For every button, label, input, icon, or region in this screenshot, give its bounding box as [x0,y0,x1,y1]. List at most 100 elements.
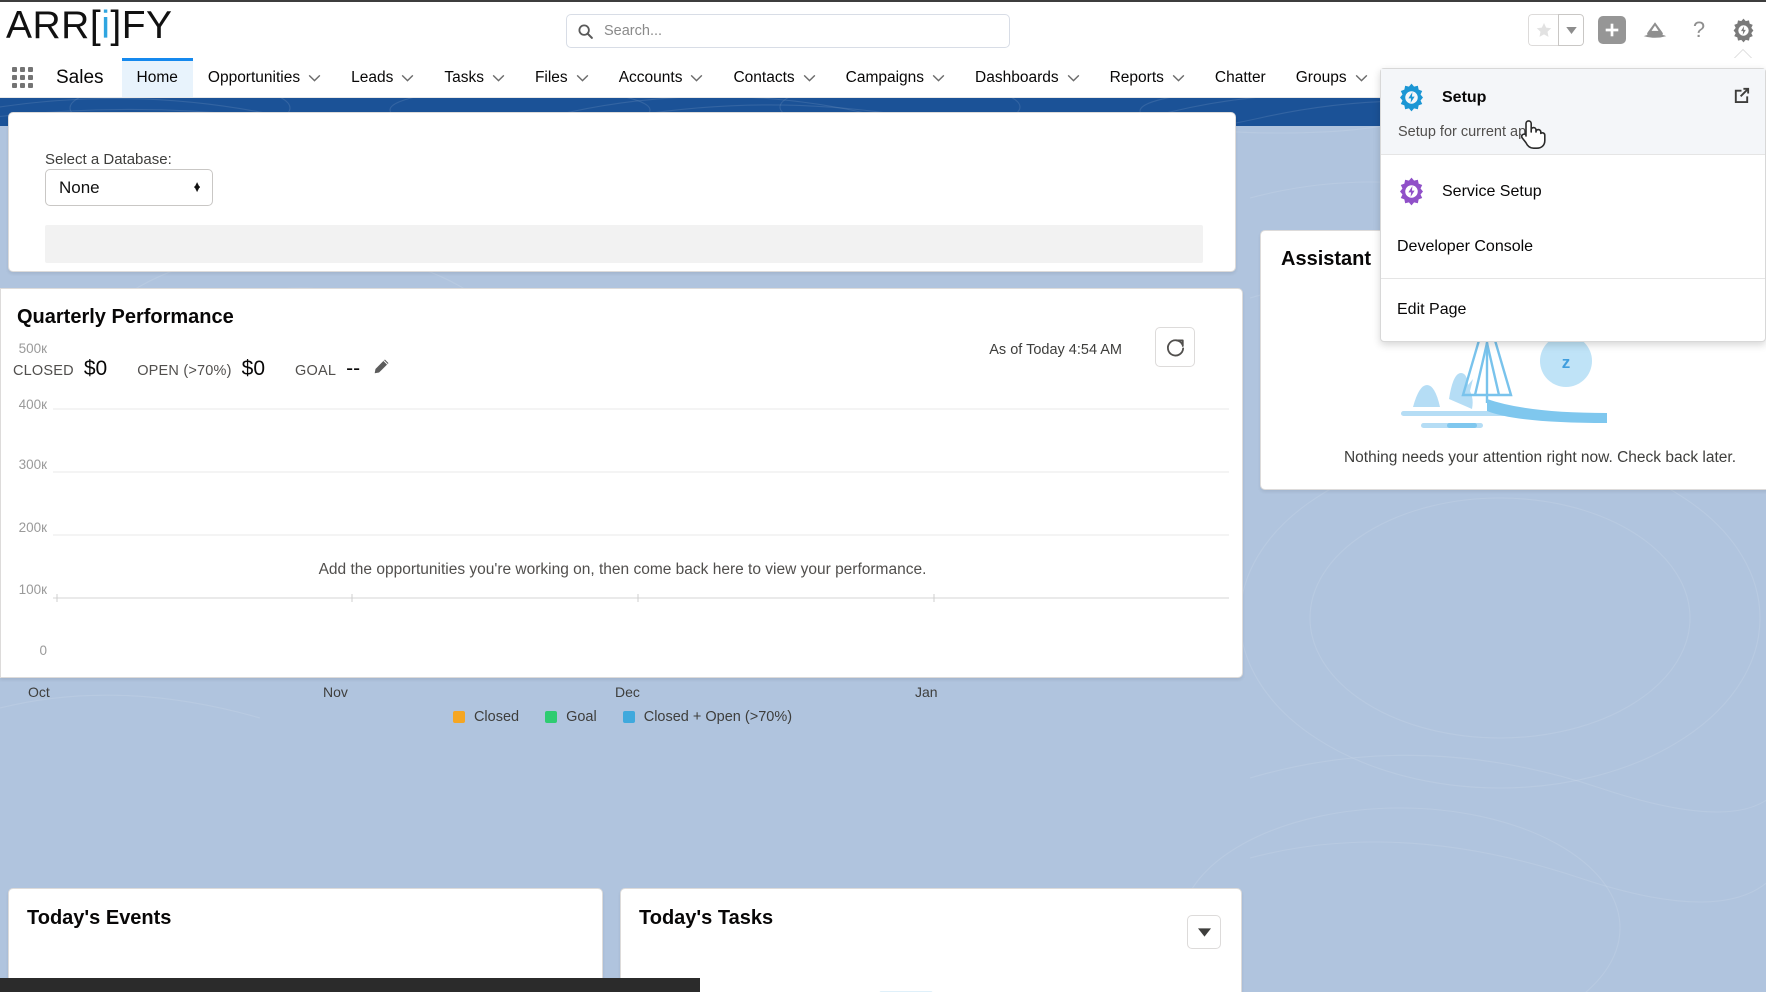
nav-tab-label: Reports [1110,69,1164,87]
menu-item-label: Service Setup [1442,183,1542,201]
legend-item-closed-open[interactable]: Closed + Open (>70%) [623,709,792,725]
chart-legend: Closed Goal Closed + Open (>70%) [1,709,1244,725]
chevron-down-icon [576,74,589,82]
nav-tab-contacts[interactable]: Contacts [718,58,830,97]
stepper-arrows[interactable]: ▲ ▼ [192,186,202,190]
cloud-button[interactable] [1640,15,1670,45]
chevron-down-icon [1566,27,1577,34]
legend-item-goal[interactable]: Goal [545,709,597,725]
legend-label-goal: Goal [566,709,597,725]
nav-items: Home Opportunities Leads Tasks Files Acc… [122,58,1383,97]
app-logo[interactable]: ARR[i]FY [6,4,173,48]
plus-icon [1603,21,1621,39]
quarterly-performance-card: Quarterly Performance As of Today 4:54 A… [0,288,1243,678]
logo-text-after: ]FY [110,4,172,47]
favorites-group[interactable] [1528,14,1584,46]
gear-purple-icon [1397,177,1426,206]
legend-item-closed[interactable]: Closed [453,709,519,725]
nav-tab-label: Chatter [1215,69,1266,87]
nav-tab-reports[interactable]: Reports [1095,58,1200,97]
x-tick-label-jan: Jan [915,684,938,700]
nav-tab-label: Groups [1296,69,1347,87]
nav-tab-opportunities[interactable]: Opportunities [193,58,336,97]
menu-item-developer-console[interactable]: Developer Console [1381,222,1765,272]
gear-blue-icon [1397,83,1426,112]
y-tick-label-100k: 100к [1,582,47,597]
search-input[interactable] [604,23,999,39]
metric-value-goal: -- [346,357,360,381]
database-card: Select a Database: None ▲ ▼ [8,112,1236,272]
page-title: Quarterly Performance [17,306,234,329]
y-tick-label-500k: 500к [1,341,47,356]
database-select-value: None [59,178,100,198]
menu-item-label: Edit Page [1397,301,1466,319]
chart-canvas [1,399,1244,649]
help-button[interactable]: ? [1684,15,1714,45]
tasks-dropdown-button[interactable] [1187,915,1221,949]
setup-menu-header[interactable]: Setup Setup for current app [1381,69,1765,154]
metric-label-closed: CLOSED [13,363,74,379]
app-launcher-button[interactable] [0,58,44,97]
nav-tab-tasks[interactable]: Tasks [429,58,520,97]
metric-label-open: OPEN (>70%) [137,363,231,379]
y-tick-label-300k: 300к [1,457,47,472]
setup-menu-subtitle-row: Setup for current app [1398,124,1749,140]
metric-label-goal: GOAL [295,363,336,379]
nav-tab-campaigns[interactable]: Campaigns [831,58,960,97]
svg-text:?: ? [1693,18,1705,42]
database-label: Select a Database: [45,151,172,168]
todays-events-card: Today's Events [8,888,603,992]
global-search[interactable] [566,14,1010,48]
nav-tab-files[interactable]: Files [520,58,604,97]
tasks-illustration [771,964,971,992]
x-tick-label-nov: Nov [323,684,348,700]
pencil-icon [373,358,390,375]
setup-gear-button[interactable] [1728,15,1758,45]
performance-chart: 500к 400к 300к 200к 100к 0 Oct Nov Dec J… [1,399,1244,679]
nav-tab-groups[interactable]: Groups [1281,58,1383,97]
search-icon [577,23,594,40]
assistant-empty-message: Nothing needs your attention right now. … [1261,449,1766,467]
favorites-dropdown-button[interactable] [1558,14,1584,46]
nav-tab-chatter[interactable]: Chatter [1200,58,1281,97]
chevron-down-icon [932,74,945,82]
y-tick-label-400k: 400к [1,397,47,412]
todays-tasks-card: Today's Tasks [620,888,1242,992]
assistant-title: Assistant [1281,248,1371,271]
nav-tab-label: Campaigns [846,69,924,87]
metric-value-open: $0 [242,357,265,381]
pointer-cursor-icon [1516,117,1546,151]
svg-text:z: z [1562,353,1571,372]
todays-tasks-title: Today's Tasks [639,907,773,930]
star-icon [1535,21,1553,39]
chevron-down-icon [1067,74,1080,82]
nav-tab-dashboards[interactable]: Dashboards [960,58,1095,97]
nav-tab-accounts[interactable]: Accounts [604,58,719,97]
refresh-icon [1165,337,1186,358]
setup-menu-subtitle: Setup for current app [1398,124,1534,140]
nav-tab-home[interactable]: Home [122,58,193,97]
new-item-button[interactable] [1598,16,1626,44]
bottom-bar [0,978,700,992]
edit-goal-button[interactable] [373,358,390,375]
setup-dropdown-menu: Setup Setup for current app [1380,68,1766,342]
menu-item-service-setup[interactable]: Service Setup [1381,161,1765,222]
favorite-star-button[interactable] [1528,14,1558,46]
nav-tab-leads[interactable]: Leads [336,58,429,97]
x-tick-label-oct: Oct [28,684,50,700]
menu-item-edit-page[interactable]: Edit Page [1381,285,1765,335]
chevron-down-icon [803,74,816,82]
todays-events-title: Today's Events [27,907,171,930]
app-root: ARR[i]FY [0,0,1766,992]
setup-menu-section: Service Setup Developer Console [1381,155,1765,278]
setup-menu-header-row: Setup [1397,83,1749,112]
external-link-icon[interactable] [1732,85,1751,104]
chevron-down-icon [690,74,703,82]
refresh-button[interactable] [1155,327,1195,367]
database-select[interactable]: None ▲ ▼ [45,169,213,206]
legend-label-closed-open: Closed + Open (>70%) [644,709,792,725]
logo-text-before: ARR[ [6,4,101,47]
x-tick-label-dec: Dec [615,684,640,700]
setup-menu-title: Setup [1442,89,1486,107]
app-name[interactable]: Sales [44,58,122,97]
